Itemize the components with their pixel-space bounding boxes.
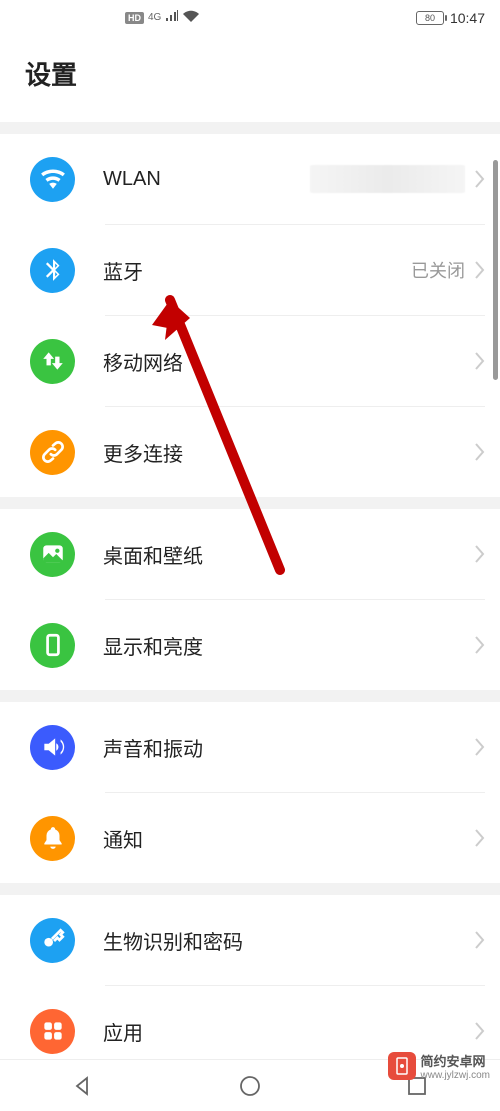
chevron-right-icon xyxy=(475,545,485,563)
grid-icon xyxy=(30,1009,75,1054)
settings-group-2: 桌面和壁纸 显示和亮度 xyxy=(0,509,500,690)
chevron-right-icon xyxy=(475,261,485,279)
status-time: 10:47 xyxy=(450,10,485,26)
signal-icon xyxy=(165,9,179,27)
item-label: 通知 xyxy=(103,824,475,853)
settings-group-3: 声音和振动 通知 xyxy=(0,702,500,883)
status-left: HD 4G xyxy=(125,9,199,27)
settings-item-biometric[interactable]: 生物识别和密码 xyxy=(0,895,500,985)
item-label: 更多连接 xyxy=(103,438,475,467)
item-value: 已关闭 xyxy=(411,257,465,283)
watermark: 简约安卓网 www.jylzwj.com xyxy=(388,1051,490,1081)
scrollbar[interactable] xyxy=(493,160,498,380)
header: 设置 xyxy=(0,35,500,122)
chevron-right-icon xyxy=(475,352,485,370)
wifi-icon xyxy=(30,157,75,202)
status-bar: HD 4G 80 10:47 xyxy=(0,0,500,35)
bell-icon xyxy=(30,816,75,861)
chevron-right-icon xyxy=(475,931,485,949)
chevron-right-icon xyxy=(475,170,485,188)
nav-back-button[interactable] xyxy=(70,1073,96,1099)
link-icon xyxy=(30,430,75,475)
wifi-status-icon xyxy=(183,9,199,27)
settings-item-sound[interactable]: 声音和振动 xyxy=(0,702,500,792)
speaker-icon xyxy=(30,725,75,770)
arrows-updown-icon xyxy=(30,339,75,384)
chevron-right-icon xyxy=(475,636,485,654)
chevron-right-icon xyxy=(475,443,485,461)
watermark-text: 简约安卓网 www.jylzwj.com xyxy=(421,1051,490,1081)
chevron-right-icon xyxy=(475,1022,485,1040)
chevron-right-icon xyxy=(475,738,485,756)
item-label: 生物识别和密码 xyxy=(103,926,475,955)
item-label: 显示和亮度 xyxy=(103,631,475,660)
settings-item-wallpaper[interactable]: 桌面和壁纸 xyxy=(0,509,500,599)
battery-level: 80 xyxy=(425,13,435,23)
wlan-value-redacted xyxy=(310,165,465,193)
watermark-icon xyxy=(388,1052,416,1080)
settings-group-1: WLAN 蓝牙 已关闭 移动网络 更多连接 xyxy=(0,134,500,497)
settings-item-bluetooth[interactable]: 蓝牙 已关闭 xyxy=(0,225,500,315)
bluetooth-icon xyxy=(30,248,75,293)
battery-icon: 80 xyxy=(416,11,444,25)
watermark-title: 简约安卓网 xyxy=(421,1051,490,1070)
hd-badge: HD xyxy=(125,12,144,24)
item-label: 桌面和壁纸 xyxy=(103,540,475,569)
status-right: 80 10:47 xyxy=(416,10,485,26)
settings-item-display[interactable]: 显示和亮度 xyxy=(0,600,500,690)
chevron-right-icon xyxy=(475,829,485,847)
item-label: WLAN xyxy=(103,168,310,191)
settings-group-4: 生物识别和密码 应用 xyxy=(0,895,500,1076)
watermark-url: www.jylzwj.com xyxy=(421,1070,490,1081)
phone-icon xyxy=(30,623,75,668)
key-icon xyxy=(30,918,75,963)
image-icon xyxy=(30,532,75,577)
item-label: 应用 xyxy=(103,1017,475,1046)
item-label: 声音和振动 xyxy=(103,733,475,762)
network-type: 4G xyxy=(148,12,161,23)
nav-home-button[interactable] xyxy=(237,1073,263,1099)
item-label: 蓝牙 xyxy=(103,256,411,285)
settings-item-more-connections[interactable]: 更多连接 xyxy=(0,407,500,497)
settings-item-mobile[interactable]: 移动网络 xyxy=(0,316,500,406)
settings-item-notifications[interactable]: 通知 xyxy=(0,793,500,883)
page-title: 设置 xyxy=(25,55,475,92)
item-label: 移动网络 xyxy=(103,347,475,376)
settings-item-wlan[interactable]: WLAN xyxy=(0,134,500,224)
